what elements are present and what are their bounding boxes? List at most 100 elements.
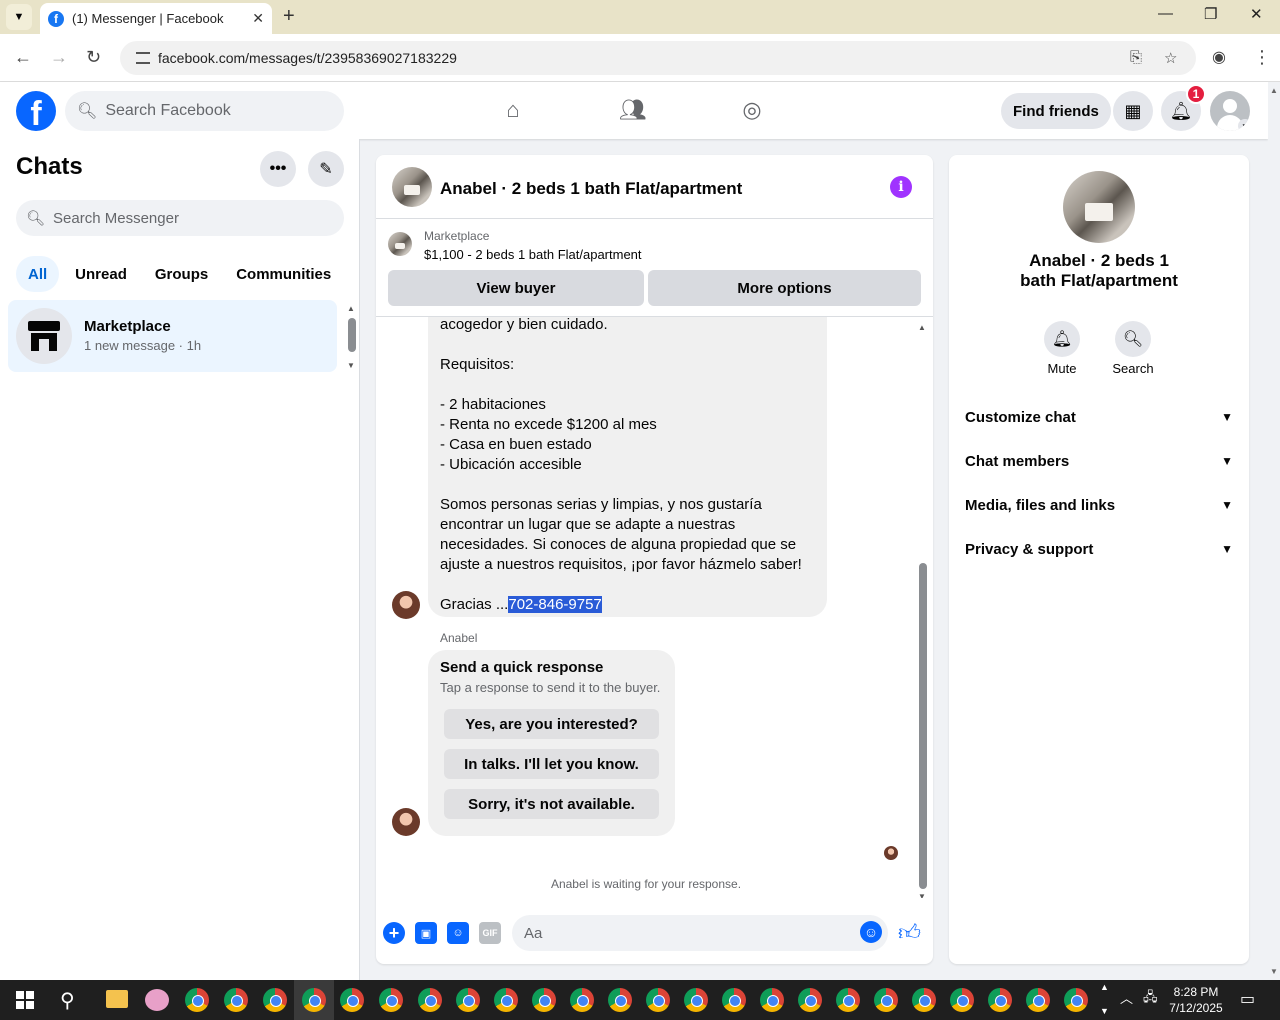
bookmark-star-icon[interactable]: ☆ <box>1164 49 1177 67</box>
chrome-app-icon[interactable] <box>418 988 442 1012</box>
quick-reply-interested[interactable]: Yes, are you interested? <box>444 709 659 739</box>
filter-unread[interactable]: Unread <box>63 256 139 292</box>
menu-grid-icon[interactable]: ▦ <box>1113 91 1153 131</box>
chrome-app-icon[interactable] <box>302 988 326 1012</box>
account-avatar[interactable]: ▼ <box>1210 91 1250 131</box>
friends-icon[interactable]: 👥︎ <box>619 96 647 124</box>
browser-tab-messenger[interactable]: f (1) Messenger | Facebook ✕ <box>40 3 272 34</box>
filter-all[interactable]: All <box>16 256 60 292</box>
find-friends-button[interactable]: Find friends <box>1001 93 1111 129</box>
chat-list-scrollbar[interactable]: ▲ ▼ <box>347 304 357 370</box>
windows-start-icon[interactable] <box>16 991 34 1009</box>
section-customize-chat[interactable]: Customize chat ▼ <box>957 395 1241 439</box>
gif-icon[interactable]: GIF <box>479 922 501 944</box>
quick-reply-in-talks[interactable]: In talks. I'll let you know. <box>444 749 659 779</box>
chrome-app-icon[interactable] <box>912 988 936 1012</box>
forward-icon[interactable]: → <box>50 47 68 68</box>
paint-app-icon[interactable] <box>145 989 169 1011</box>
restore-icon[interactable]: ❐ <box>1204 5 1217 23</box>
filter-communities[interactable]: Communities <box>224 256 343 292</box>
file-explorer-icon[interactable] <box>106 990 128 1008</box>
chrome-app-icon[interactable] <box>760 988 784 1012</box>
info-icon[interactable]: i <box>890 176 912 198</box>
quick-reply-not-available[interactable]: Sorry, it's not available. <box>444 789 659 819</box>
chrome-app-icon[interactable] <box>798 988 822 1012</box>
emoji-icon[interactable]: ☺ <box>860 921 882 943</box>
tray-overflow-icon[interactable]: ︿ <box>1120 988 1133 1007</box>
chrome-app-icon[interactable] <box>263 988 287 1012</box>
chrome-app-icon[interactable] <box>532 988 556 1012</box>
listing-description[interactable]: $1,100 - 2 beds 1 bath Flat/apartment <box>424 247 642 262</box>
message-input-placeholder: Aa <box>524 924 543 942</box>
taskbar-scroll-down-icon[interactable]: ▼ <box>1100 1006 1109 1016</box>
chat-options-icon[interactable]: ••• <box>260 151 296 187</box>
section-chat-members[interactable]: Chat members ▼ <box>957 439 1241 483</box>
url-field[interactable]: facebook.com/messages/t/2395836902718322… <box>120 41 1196 75</box>
notification-center-icon[interactable]: ▭ <box>1240 989 1255 1009</box>
add-actions-icon[interactable]: + <box>383 922 405 944</box>
section-privacy-support[interactable]: Privacy & support ▼ <box>957 527 1241 571</box>
browser-menu-icon[interactable]: ⋮ <box>1253 47 1271 68</box>
thumbs-up-icon[interactable]: 👍︎ <box>898 919 921 946</box>
sender-avatar[interactable] <box>392 591 420 619</box>
message-bubble[interactable]: acogedor y bien cuidado. Requisitos: - 2… <box>428 317 827 617</box>
chrome-app-icon[interactable] <box>379 988 403 1012</box>
taskbar-scroll-up-icon[interactable]: ▲ <box>1100 982 1109 992</box>
tab-search-dropdown[interactable]: ▼ <box>6 4 32 30</box>
chrome-app-icon[interactable] <box>684 988 708 1012</box>
back-icon[interactable]: ← <box>14 47 32 68</box>
home-icon[interactable]: ⌂ <box>499 96 527 124</box>
more-options-button[interactable]: More options <box>648 270 921 306</box>
chrome-app-icon[interactable] <box>988 988 1012 1012</box>
chrome-app-icon[interactable] <box>646 988 670 1012</box>
chrome-app-icon[interactable] <box>1064 988 1088 1012</box>
groups-icon[interactable]: ◎ <box>738 96 766 124</box>
chrome-app-icon[interactable] <box>340 988 364 1012</box>
chrome-app-icon[interactable] <box>1026 988 1050 1012</box>
chrome-app-icon[interactable] <box>224 988 248 1012</box>
search-icon[interactable]: 🔍︎ <box>1115 321 1151 357</box>
mute-bell-icon[interactable]: 🔔︎ <box>1044 321 1080 357</box>
facebook-search-input[interactable]: 🔍︎ Search Facebook <box>65 91 344 131</box>
minimize-icon[interactable]: — <box>1158 5 1173 22</box>
facebook-logo-icon[interactable]: f <box>16 91 56 131</box>
sender-avatar[interactable] <box>392 808 420 836</box>
taskbar-search-icon[interactable]: ⚲ <box>60 988 75 1013</box>
chrome-app-icon[interactable] <box>836 988 860 1012</box>
profile-icon[interactable]: ◉ <box>1212 47 1226 67</box>
install-app-icon[interactable]: ⎘ <box>1130 49 1142 66</box>
new-tab-button[interactable]: + <box>283 5 295 28</box>
message-thread[interactable]: acogedor y bien cuidado. Requisitos: - 2… <box>376 317 933 898</box>
sticker-icon[interactable]: ☺ <box>447 922 469 944</box>
attach-photo-icon[interactable]: ▣ <box>415 922 437 944</box>
new-message-icon[interactable]: ✎ <box>308 151 344 187</box>
taskbar-clock[interactable]: 8:28 PM 7/12/2025 <box>1166 984 1226 1016</box>
chrome-app-icon[interactable] <box>570 988 594 1012</box>
close-window-icon[interactable]: ✕ <box>1250 5 1263 23</box>
reload-icon[interactable]: ↻ <box>86 47 101 68</box>
site-settings-icon[interactable] <box>136 52 150 64</box>
conversation-title[interactable]: Anabel · 2 beds 1 bath Flat/apartment <box>440 179 742 199</box>
chrome-app-icon[interactable] <box>494 988 518 1012</box>
section-media-files-links[interactable]: Media, files and links ▼ <box>957 483 1241 527</box>
chrome-app-icon[interactable] <box>874 988 898 1012</box>
filter-groups[interactable]: Groups <box>143 256 220 292</box>
chrome-app-icon[interactable] <box>456 988 480 1012</box>
chrome-app-icon[interactable] <box>722 988 746 1012</box>
chrome-app-icon[interactable] <box>950 988 974 1012</box>
url-text: facebook.com/messages/t/2395836902718322… <box>158 50 457 66</box>
page-scrollbar[interactable]: ▲ ▼ <box>1268 82 1280 980</box>
messenger-search-input[interactable]: 🔍︎ Search Messenger <box>16 200 344 236</box>
selected-phone-number[interactable]: 702-846-9757 <box>508 596 602 613</box>
network-icon[interactable]: 🖧︎ <box>1143 988 1158 1010</box>
message-input[interactable]: Aa <box>512 915 888 951</box>
thread-scrollbar[interactable]: ▲ ▼ <box>917 323 929 898</box>
chat-item-marketplace[interactable]: Marketplace 1 new message · 1h <box>8 300 337 372</box>
listing-thumbnail[interactable] <box>392 167 432 207</box>
view-buyer-button[interactable]: View buyer <box>388 270 644 306</box>
chrome-app-icon[interactable] <box>185 988 209 1012</box>
chrome-app-icon[interactable] <box>608 988 632 1012</box>
tab-close-icon[interactable]: ✕ <box>252 10 264 27</box>
listing-profile-image[interactable] <box>1063 171 1135 243</box>
message-text[interactable]: acogedor y bien cuidado. Requisitos: - 2… <box>440 317 820 615</box>
